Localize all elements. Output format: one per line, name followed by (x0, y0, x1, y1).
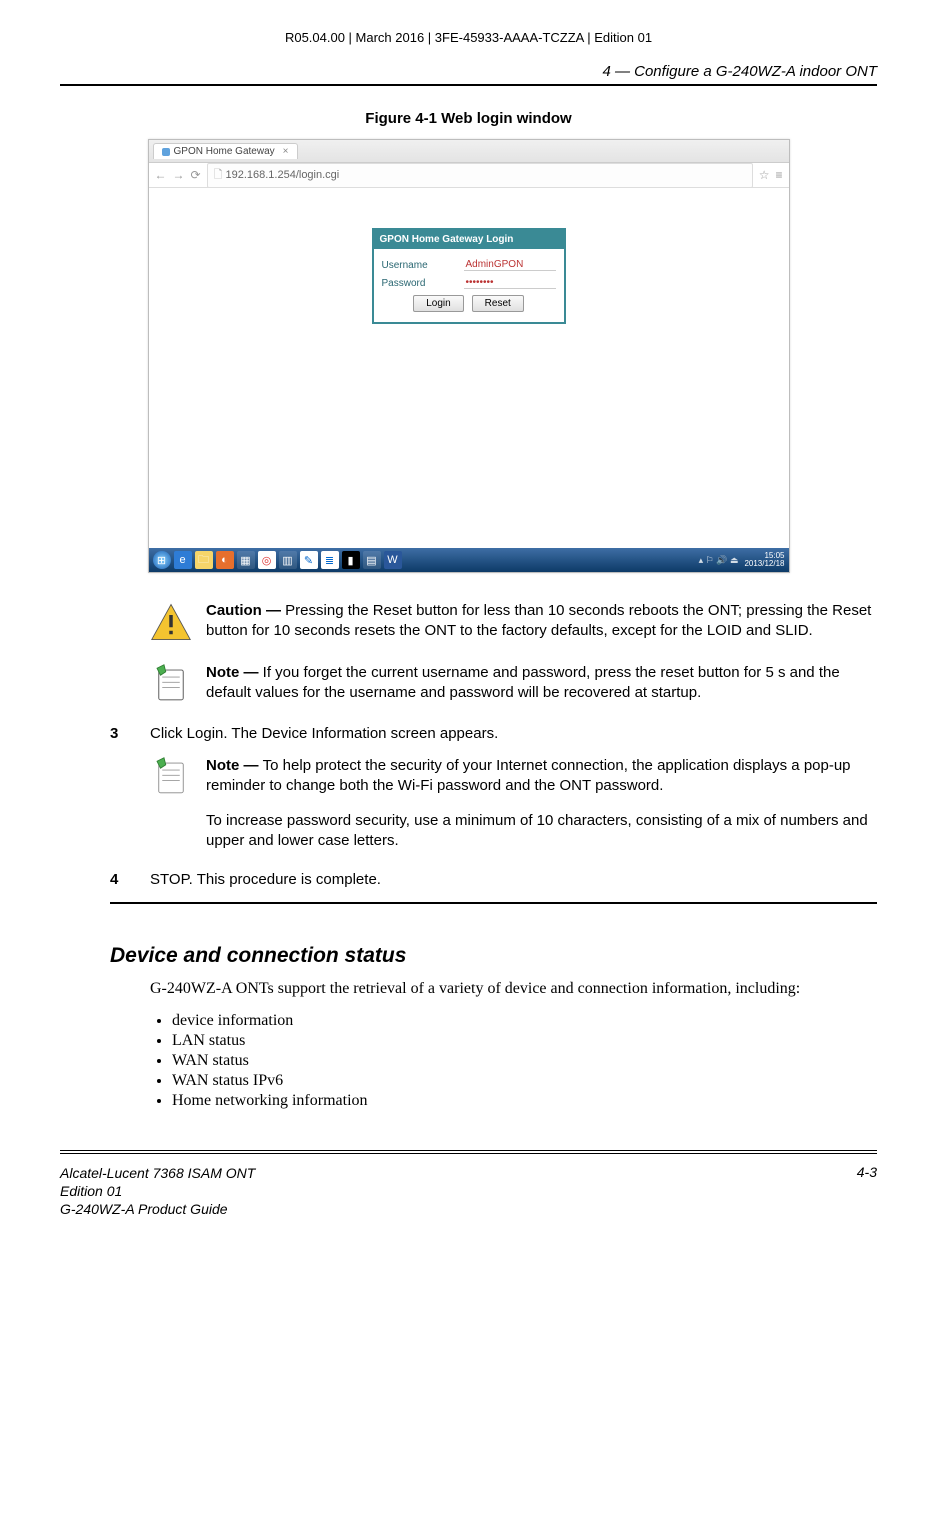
taskbar-firefox-icon[interactable]: ◐ (216, 551, 234, 569)
password-label: Password (382, 278, 426, 289)
login-button[interactable]: Login (413, 295, 463, 312)
taskbar-app-icon[interactable]: ▦ (237, 551, 255, 569)
footer-rule-top (60, 1150, 877, 1151)
caution-icon (150, 601, 192, 643)
menu-icon[interactable]: ≡ (775, 168, 782, 182)
header-rule (60, 84, 877, 86)
back-icon[interactable]: ← (155, 168, 167, 182)
taskbar-ie-icon[interactable]: e (174, 551, 192, 569)
note-icon (150, 663, 192, 705)
note-text-2: To increase password security, use a min… (206, 811, 877, 852)
section-heading: Device and connection status (110, 944, 877, 968)
procedure-step: 3 Click Login. The Device Information sc… (110, 725, 877, 742)
taskbar-notepad-icon[interactable]: ≣ (321, 551, 339, 569)
caution-lead: Caution — (206, 602, 285, 619)
browser-viewport: GPON Home Gateway Login Username AdminGP… (149, 188, 789, 548)
login-panel-title: GPON Home Gateway Login (374, 230, 564, 249)
figure-screenshot: GPON Home Gateway × ← → ⟳ 🗋 192.168.1.25… (148, 139, 790, 573)
bookmark-icon[interactable]: ☆ (759, 168, 770, 182)
taskbar-terminal-icon[interactable]: ▮ (342, 551, 360, 569)
step-text: Click Login. The Device Information scre… (150, 725, 498, 742)
caution-block: Caution — Pressing the Reset button for … (150, 601, 877, 643)
list-item: WAN status IPv6 (172, 1072, 877, 1090)
note-block: Note — If you forget the current usernam… (150, 663, 877, 705)
taskbar-word-icon[interactable]: W (384, 551, 402, 569)
procedure-step: 4 STOP. This procedure is complete. (110, 871, 877, 888)
browser-tab[interactable]: GPON Home Gateway × (153, 143, 298, 159)
username-label: Username (382, 260, 428, 271)
note-text: If you forget the current username and p… (206, 664, 840, 701)
chapter-header: 4 — Configure a G-240WZ-A indoor ONT (60, 63, 877, 80)
browser-tab-title: GPON Home Gateway (174, 146, 275, 157)
list-item: LAN status (172, 1032, 877, 1050)
login-panel: GPON Home Gateway Login Username AdminGP… (372, 228, 566, 324)
page-number: 4-3 (857, 1164, 877, 1219)
procedure-end-rule (110, 902, 877, 904)
footer-line3: G-240WZ-A Product Guide (60, 1200, 255, 1218)
forward-icon[interactable]: → (173, 168, 185, 182)
os-taskbar: ⊞ e 🗀 ◐ ▦ ◎ ▥ ✎ ≣ ▮ ▤ W ▴ ⚐ 🔊 ⏏ 15:05201… (149, 548, 789, 572)
taskbar-app2-icon[interactable]: ▥ (279, 551, 297, 569)
section-intro: G-240WZ-A ONTs support the retrieval of … (150, 978, 877, 1000)
browser-tabstrip: GPON Home Gateway × (149, 140, 789, 163)
address-bar[interactable]: 🗋 192.168.1.254/login.cgi (207, 163, 753, 188)
list-item: Home networking information (172, 1092, 877, 1110)
caution-text: Pressing the Reset button for less than … (206, 602, 871, 639)
step-number: 4 (110, 871, 130, 888)
page-footer: Alcatel-Lucent 7368 ISAM ONT Edition 01 … (60, 1164, 877, 1219)
note-block: Note — To help protect the security of y… (150, 756, 877, 851)
browser-toolbar: ← → ⟳ 🗋 192.168.1.254/login.cgi ☆ ≡ (149, 163, 789, 188)
taskbar-clock[interactable]: 15:052013/12/18 (744, 552, 784, 568)
reload-icon[interactable]: ⟳ (191, 168, 201, 182)
tab-close-icon[interactable]: × (283, 146, 289, 157)
taskbar-explorer-icon[interactable]: 🗀 (195, 551, 213, 569)
footer-line2: Edition 01 (60, 1182, 255, 1200)
note-lead: Note — (206, 664, 263, 681)
bullet-list: device information LAN status WAN status… (150, 1012, 877, 1110)
step-text: STOP. This procedure is complete. (150, 871, 381, 888)
note-text: To help protect the security of your Int… (206, 757, 851, 794)
taskbar-app3-icon[interactable]: ▤ (363, 551, 381, 569)
figure-caption: Figure 4-1 Web login window (60, 110, 877, 127)
document-meta-line: R05.04.00 | March 2016 | 3FE-45933-AAAA-… (60, 30, 877, 45)
username-field[interactable]: AdminGPON (464, 259, 556, 271)
password-field[interactable]: •••••••• (464, 277, 556, 289)
list-item: WAN status (172, 1052, 877, 1070)
footer-line1: Alcatel-Lucent 7368 ISAM ONT (60, 1164, 255, 1182)
taskbar-chrome-icon[interactable]: ◎ (258, 551, 276, 569)
list-item: device information (172, 1012, 877, 1030)
note-lead: Note — (206, 757, 263, 774)
tray-icons[interactable]: ▴ ⚐ 🔊 ⏏ (699, 555, 739, 566)
start-icon[interactable]: ⊞ (153, 551, 171, 569)
document-page: R05.04.00 | March 2016 | 3FE-45933-AAAA-… (0, 0, 937, 1238)
reset-button[interactable]: Reset (472, 295, 524, 312)
favicon-icon (162, 148, 170, 156)
note-icon (150, 756, 192, 798)
taskbar-paint-icon[interactable]: ✎ (300, 551, 318, 569)
step-number: 3 (110, 725, 130, 742)
footer-rule-bottom (60, 1153, 877, 1154)
